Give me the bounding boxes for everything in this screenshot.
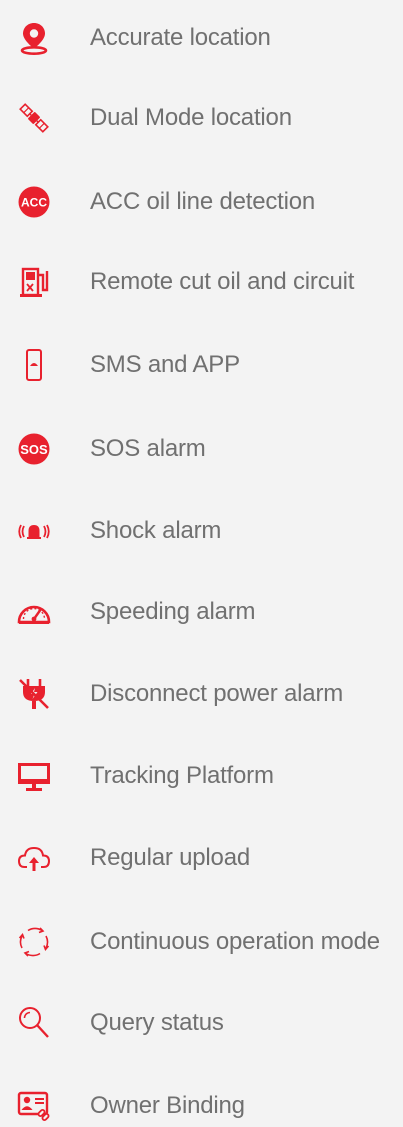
feature-item-dual-mode-location: Dual Mode location <box>0 98 403 138</box>
location-pin-icon <box>16 20 52 56</box>
feature-item-acc-oil-line-detection: ACC ACC oil line detection <box>0 182 403 222</box>
feature-item-regular-upload: Regular upload <box>0 838 403 878</box>
feature-item-continuous-operation-mode: Continuous operation mode <box>0 922 403 962</box>
sos-badge-icon: SOS <box>16 431 52 467</box>
feature-label: SOS alarm <box>90 435 206 462</box>
feature-label: Speeding alarm <box>90 598 256 625</box>
speedometer-icon <box>16 594 52 630</box>
feature-label: Dual Mode location <box>90 104 292 131</box>
feature-item-sms-and-app: SMS and APP <box>0 345 403 385</box>
acc-badge-icon: ACC <box>16 184 52 220</box>
cloud-upload-icon <box>16 840 52 876</box>
feature-item-remote-cut-oil: Remote cut oil and circuit <box>0 262 403 302</box>
acc-badge-text: ACC <box>21 196 47 210</box>
phone-icon <box>16 347 52 383</box>
refresh-cycle-icon <box>16 924 52 960</box>
feature-item-accurate-location: Accurate location <box>0 18 403 58</box>
feature-item-tracking-platform: Tracking Platform <box>0 756 403 796</box>
fuel-pump-icon <box>16 264 52 300</box>
feature-label: Regular upload <box>90 844 250 871</box>
feature-item-disconnect-power-alarm: Disconnect power alarm <box>0 674 403 714</box>
feature-item-shock-alarm: Shock alarm <box>0 511 403 551</box>
feature-list: Accurate location Dual Mode location ACC… <box>0 0 403 1127</box>
feature-label: ACC oil line detection <box>90 188 316 215</box>
id-card-link-icon <box>16 1088 52 1124</box>
feature-item-query-status: Query status <box>0 1003 403 1043</box>
feature-label: Disconnect power alarm <box>90 680 344 707</box>
monitor-icon <box>16 758 52 794</box>
magnifier-icon <box>16 1005 52 1041</box>
feature-label: Owner Binding <box>90 1092 245 1119</box>
feature-label: Query status <box>90 1009 224 1036</box>
feature-item-owner-binding: Owner Binding <box>0 1086 403 1126</box>
unplugged-power-icon <box>16 676 52 712</box>
feature-item-speeding-alarm: Speeding alarm <box>0 592 403 632</box>
sos-badge-text: SOS <box>20 442 48 457</box>
feature-label: Accurate location <box>90 24 271 51</box>
feature-label: Shock alarm <box>90 517 222 544</box>
feature-item-sos-alarm: SOS SOS alarm <box>0 429 403 469</box>
feature-label: SMS and APP <box>90 351 240 378</box>
vibrating-bell-icon <box>16 513 52 549</box>
feature-label: Tracking Platform <box>90 762 274 789</box>
feature-label: Remote cut oil and circuit <box>90 268 355 295</box>
satellite-icon <box>16 100 52 136</box>
feature-label: Continuous operation mode <box>90 928 380 955</box>
